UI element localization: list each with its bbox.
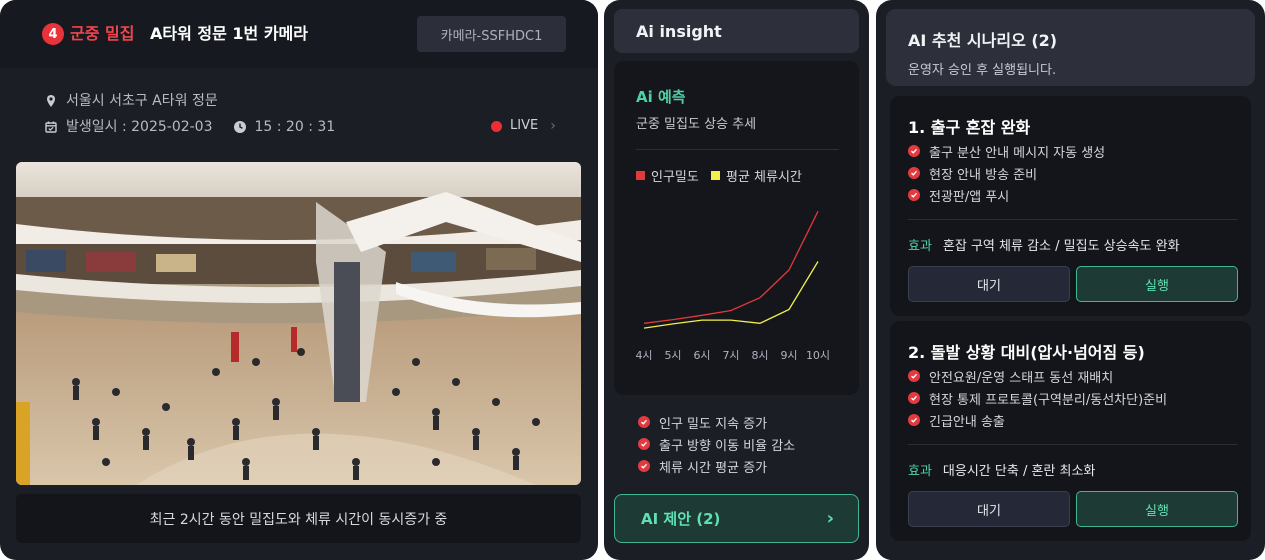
camera-id-button[interactable]: 카메라-SSFHDC1 [417,16,566,52]
date-text: 발생일시 : 2025-02-03 [66,119,213,135]
x-tick-label: 9시 [780,349,797,362]
scenario-action-item: 현장 통제 프로토콜(구역분리/동선차단)준비 [908,387,1167,409]
check-icon [908,189,920,201]
scenario-action-text: 전광판/앱 푸시 [929,189,1010,205]
divider [908,444,1238,445]
check-icon [908,392,920,404]
divider [636,149,839,150]
insight-panel: Ai insight Ai 예측 군중 밀집도 상승 추세 인구밀도 평균 체류… [604,0,869,560]
effect-text: 혼잡 구역 체류 감소 / 밀집도 상승속도 완화 [942,239,1180,254]
check-icon [638,416,650,428]
mall-scene-illustration [16,162,581,485]
scenario-action-list: 안전요원/운영 스태프 동선 재배치 현장 통제 프로토콜(구역분리/동선차단)… [908,365,1167,431]
check-icon [638,438,650,450]
clock-icon [233,121,246,133]
datetime-row: 발생일시 : 2025-02-03 15 : 20 : 31 [44,118,335,136]
camera-feed-image[interactable] [16,162,581,485]
live-dot-icon [491,120,502,132]
series-line-dwell [643,261,819,329]
scenario-action-text: 출구 분산 안내 메시지 자동 생성 [929,145,1106,161]
effect-label: 효과 [908,464,932,479]
camera-header: 4 군중 밀집 A타워 정문 1번 카메라 카메라-SSFHDC1 [0,0,598,68]
insight-text: 출구 방향 이동 비율 감소 [659,438,796,454]
x-tick-label: 10시 [806,349,830,362]
check-icon [908,167,920,179]
time-text: 15 : 20 : 31 [254,119,336,135]
scenario-title: 2. 돌발 상황 대비(압사·넘어짐 등) [908,343,1145,362]
scenario-panel-title: AI 추천 시나리오 (2) [908,31,1058,50]
x-tick-label: 7시 [722,349,739,362]
alert-count-badge: 4 [42,23,64,45]
x-tick-label: 5시 [664,349,681,362]
scenario-title: 1. 출구 혼잡 완화 [908,118,1031,137]
legend-label-dwell: 평균 체류시간 [726,170,802,185]
series-line-density [643,211,819,324]
check-icon [638,460,650,472]
scenario-action-list: 출구 분산 안내 메시지 자동 생성 현장 안내 방송 준비 전광판/앱 푸시 [908,140,1105,206]
location-text: 서울시 서초구 A타워 정문 [66,93,218,109]
scenario-action-text: 현장 통제 프로토콜(구역분리/동선차단)준비 [929,392,1168,408]
camera-title: A타워 정문 1번 카메라 [150,24,308,43]
x-tick-label: 4시 [636,349,653,362]
prediction-subtitle: 군중 밀집도 상승 추세 [636,117,757,132]
chevron-right-icon: › [550,118,556,134]
scenario-card-1: 1. 출구 혼잡 완화 출구 분산 안내 메시지 자동 생성 현장 안내 방송 … [890,96,1251,316]
ai-suggestion-label: AI 제안 (2) [641,510,721,528]
scenario-card-2: 2. 돌발 상황 대비(압사·넘어짐 등) 안전요원/운영 스태프 동선 재배치… [890,321,1251,541]
ai-suggestion-button[interactable]: AI 제안 (2) › [614,494,859,543]
legend-swatch-red [636,171,645,180]
camera-caption: 최근 2시간 동안 밀집도와 체류 시간이 동시증가 중 [16,494,581,543]
insight-text: 체류 시간 평균 증가 [659,460,768,476]
scenario-effect: 효과 혼잡 구역 체류 감소 / 밀집도 상승속도 완화 [908,235,1180,254]
insight-item: 출구 방향 이동 비율 감소 [638,433,795,455]
prediction-title: Ai 예측 [636,88,686,106]
prediction-card: Ai 예측 군중 밀집도 상승 추세 인구밀도 평균 체류시간 4시 5시 6시 7시… [614,61,859,395]
scenario-action-item: 전광판/앱 푸시 [908,184,1105,206]
effect-label: 효과 [908,239,932,254]
scenario-action-text: 긴급안내 송출 [929,414,1005,430]
insight-list: 인구 밀도 지속 증가 출구 방향 이동 비율 감소 체류 시간 평균 증가 [638,411,795,477]
location-pin-icon [47,95,55,107]
legend-item-dwell: 평균 체류시간 [711,166,802,185]
scenario-action-item: 긴급안내 송출 [908,409,1167,431]
trend-line-chart: 4시 5시 6시 7시 8시 9시 10시 [636,211,830,362]
run-button[interactable]: 실행 [1076,266,1238,302]
x-tick-label: 8시 [751,349,768,362]
wait-button[interactable]: 대기 [908,491,1070,527]
scenario-header: AI 추천 시나리오 (2) 운영자 승인 후 실행됩니다. [886,9,1255,86]
scenario-effect: 효과 대응시간 단축 / 혼란 최소화 [908,460,1095,479]
legend-item-density: 인구밀도 [636,166,699,185]
chevron-right-icon: › [826,508,834,529]
wait-button[interactable]: 대기 [908,266,1070,302]
location-row: 서울시 서초구 A타워 정문 [44,92,218,110]
insight-item: 인구 밀도 지속 증가 [638,411,795,433]
insight-item: 체류 시간 평균 증가 [638,455,795,477]
insight-header: Ai insight [614,9,859,53]
check-icon [908,370,920,382]
scenario-panel: AI 추천 시나리오 (2) 운영자 승인 후 실행됩니다. 1. 출구 혼잡 … [876,0,1265,560]
x-tick-label: 6시 [693,349,710,362]
check-icon [908,414,920,426]
effect-text: 대응시간 단축 / 혼란 최소화 [942,464,1096,479]
live-indicator[interactable]: LIVE › [491,117,556,135]
camera-panel: 4 군중 밀집 A타워 정문 1번 카메라 카메라-SSFHDC1 서울시 서초… [0,0,598,560]
legend-swatch-yellow [711,171,720,180]
scenario-action-item: 출구 분산 안내 메시지 자동 생성 [908,140,1105,162]
scenario-panel-subtitle: 운영자 승인 후 실행됩니다. [908,63,1057,78]
scenario-action-item: 안전요원/운영 스태프 동선 재배치 [908,365,1167,387]
scenario-action-item: 현장 안내 방송 준비 [908,162,1105,184]
legend-label-density: 인구밀도 [651,170,699,185]
scenario-action-text: 안전요원/운영 스태프 동선 재배치 [929,370,1114,386]
check-icon [908,145,920,157]
live-label: LIVE [510,118,539,133]
divider [908,219,1238,220]
insight-text: 인구 밀도 지속 증가 [659,416,768,432]
scenario-action-text: 현장 안내 방송 준비 [929,167,1038,183]
run-button[interactable]: 실행 [1076,491,1238,527]
alert-type-label: 군중 밀집 [70,24,135,43]
calendar-icon [45,121,57,133]
